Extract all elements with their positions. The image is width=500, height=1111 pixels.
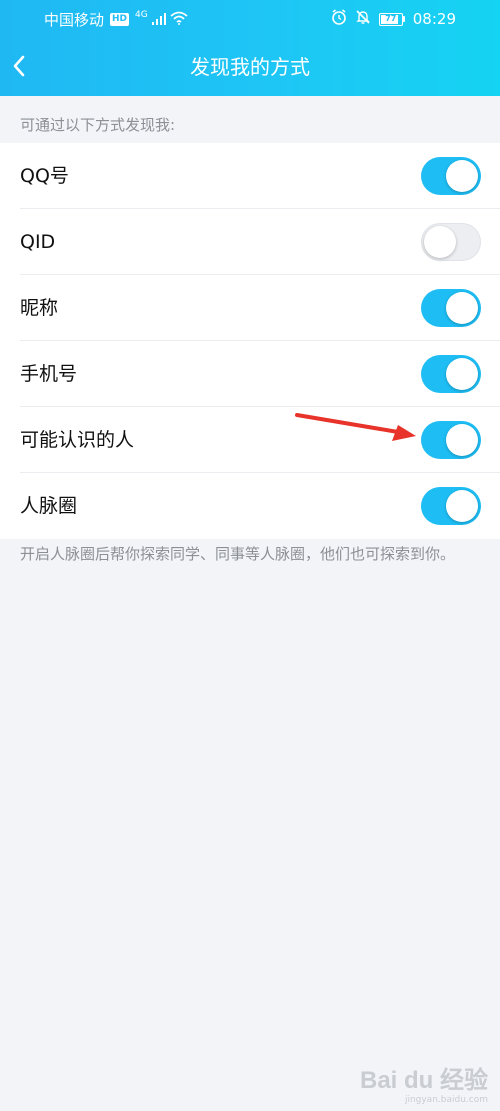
option-label: 可能认识的人 (20, 429, 135, 451)
status-bar: 中国移动 HD 4G 77 08:29 (0, 0, 500, 36)
alarm-icon (331, 9, 347, 29)
toggle-knob (446, 490, 478, 522)
list-item: 可能认识的人 (0, 407, 500, 473)
toggle-switch[interactable] (421, 157, 481, 195)
toggle-knob (446, 424, 478, 456)
toggle-switch[interactable] (421, 487, 481, 525)
toggle-knob (424, 226, 456, 258)
hd-badge: HD (110, 13, 130, 26)
list-item: QID (0, 209, 500, 275)
watermark: Bai du 经验 jingyan.baidu.com (360, 1060, 488, 1105)
option-label: 手机号 (20, 363, 78, 385)
toggle-knob (446, 358, 478, 390)
footer-note: 开启人脉圈后帮你探索同学、同事等人脉圈，他们也可探索到你。 (20, 545, 456, 563)
toggle-knob (446, 292, 478, 324)
option-label: 昵称 (20, 297, 59, 319)
status-left: 中国移动 HD 4G (44, 9, 188, 30)
list-item: 手机号 (0, 341, 500, 407)
clock-time: 08:29 (412, 10, 456, 28)
toggle-switch[interactable] (421, 355, 481, 393)
option-label: QQ号 (20, 165, 69, 187)
battery-level: 77 (385, 13, 397, 23)
list-item: 人脉圈 (0, 473, 500, 539)
list-item: QQ号 (0, 143, 500, 209)
app-header: 中国移动 HD 4G 77 08:29 发现我的方式 (0, 0, 500, 96)
status-right: 77 08:29 (331, 9, 456, 29)
option-label: 人脉圈 (20, 495, 78, 517)
wifi-icon (170, 11, 188, 29)
discovery-options-list: QQ号 QID 昵称手机号可能认识的人 人脉圈 (0, 143, 500, 539)
network-type-label: 4G (135, 9, 148, 20)
watermark-brand: Bai du 经验 (359, 1067, 488, 1094)
list-item: 昵称 (0, 275, 500, 341)
mute-bell-icon (355, 9, 371, 29)
option-label: QID (20, 231, 56, 253)
signal-icon (151, 11, 166, 29)
watermark-url: jingyan.baidu.com (404, 1095, 488, 1105)
toggle-switch[interactable] (421, 223, 481, 261)
section-header: 可通过以下方式发现我: (20, 116, 176, 134)
toggle-knob (446, 160, 478, 192)
toggle-switch[interactable] (421, 421, 481, 459)
carrier-label: 中国移动 (44, 11, 105, 29)
page-title: 发现我的方式 (190, 55, 310, 79)
battery-icon: 77 (378, 12, 405, 26)
toggle-switch[interactable] (421, 289, 481, 327)
nav-bar: 发现我的方式 (0, 40, 500, 96)
